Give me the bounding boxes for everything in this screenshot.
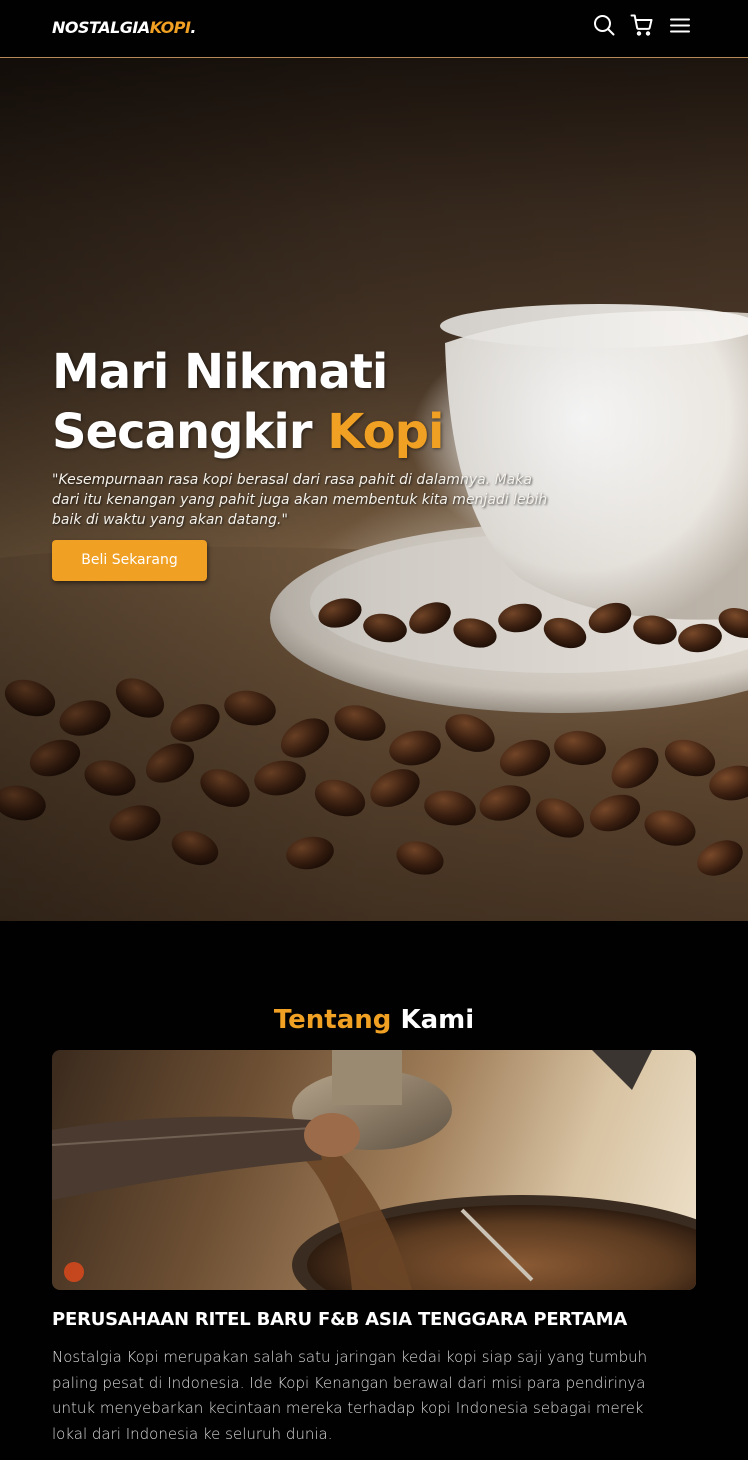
hero-quote: "Kesempurnaan rasa kopi berasal dari ras… <box>52 472 548 528</box>
about-heading: PERUSAHAAN RITEL BARU F&B ASIA TENGGARA … <box>52 1309 628 1330</box>
about-title: Tentang Kami <box>0 1003 748 1037</box>
search-icon[interactable] <box>592 13 616 37</box>
shopping-cart-icon[interactable] <box>630 13 654 37</box>
logo[interactable]: NOSTALGIAKOPI. <box>52 18 196 37</box>
logo-dot: . <box>190 18 196 37</box>
hero-title-line2-prefix: Secangkir <box>52 404 328 460</box>
hero-content: Mari Nikmati Secangkir Kopi "Kesempurnaa… <box>52 342 572 581</box>
hero-section: Mari Nikmati Secangkir Kopi "Kesempurnaa… <box>0 58 748 921</box>
about-section: Tentang Kami PERUSAHAAN RITEL BARU F&B A… <box>0 921 748 1460</box>
hero-title-line1: Mari Nikmati <box>52 344 388 400</box>
about-title-rest: Kami <box>391 1005 475 1035</box>
menu-icon[interactable] <box>668 13 692 37</box>
logo-main: NOSTALGIA <box>52 18 150 37</box>
nav-icons <box>592 13 692 37</box>
hero-title-accent: Kopi <box>327 404 444 460</box>
about-image <box>52 1050 696 1290</box>
about-title-accent: Tentang <box>273 1005 392 1035</box>
hero-title: Mari Nikmati Secangkir Kopi <box>52 342 572 462</box>
buy-now-button[interactable]: Beli Sekarang <box>52 540 207 581</box>
logo-accent: KOPI <box>149 18 191 37</box>
about-paragraph: Nostalgia Kopi merupakan salah satu jari… <box>52 1348 648 1443</box>
navbar: NOSTALGIAKOPI. <box>0 0 748 58</box>
